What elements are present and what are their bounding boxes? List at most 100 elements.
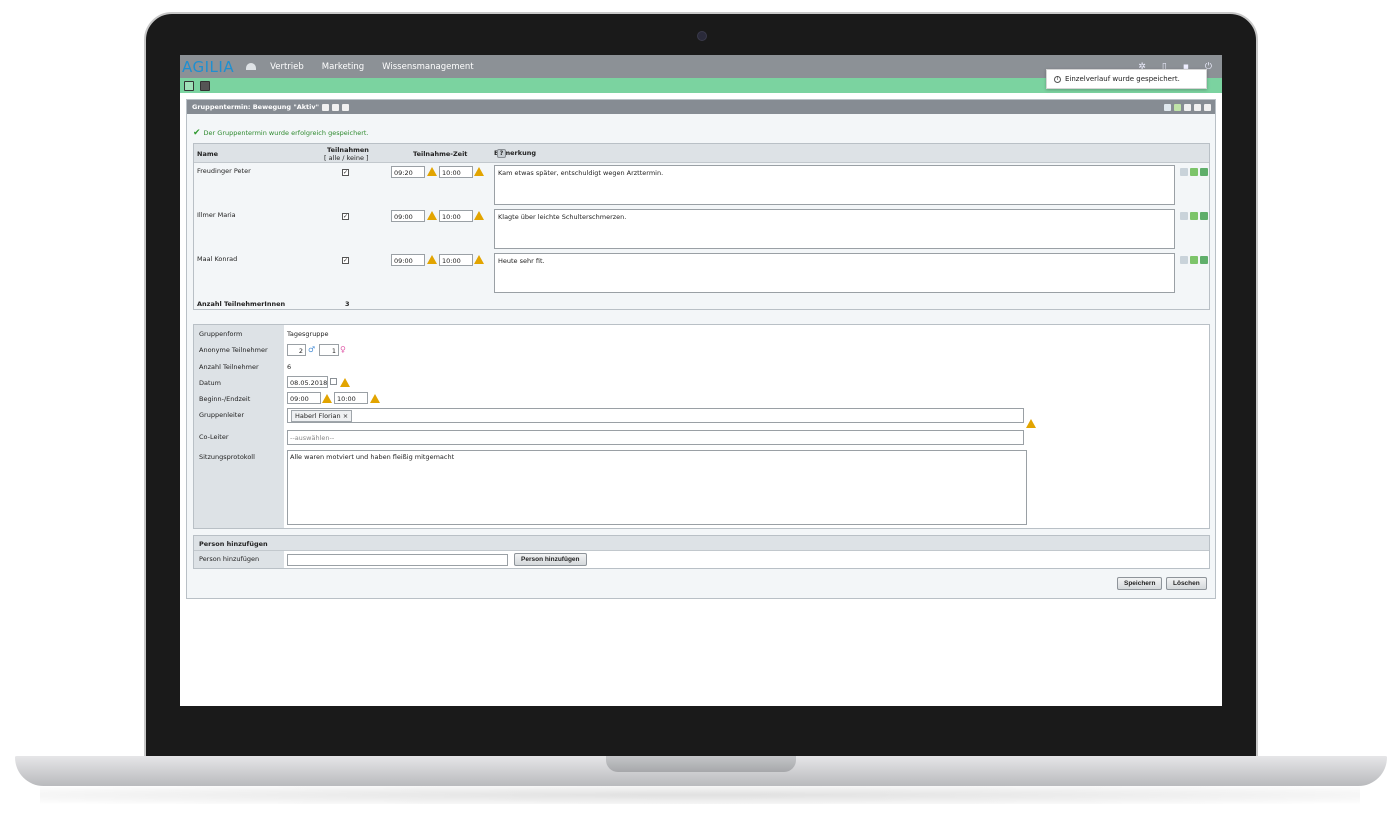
protocol-textarea[interactable]: Alle waren motviert und haben fleißig mi… [287,450,1027,525]
datum-label: Datum [199,379,221,387]
prev-icon[interactable] [322,103,330,111]
end-time-input[interactable]: 10:00 [439,254,473,266]
col-zeit: Teilnahme-Zeit [413,150,468,158]
col-teilnahmen: Teilnahmen [327,146,369,154]
leiter-label: Gruppenleiter [199,411,245,419]
female-icon: ♀ [340,345,346,354]
remark-textarea[interactable]: Kam etwas später, entschuldigt wegen Arz… [494,165,1175,205]
list-icon[interactable] [332,103,340,111]
participant-name: Maal Konrad [197,255,238,263]
row-actions [1180,212,1208,220]
book-icon[interactable] [200,80,210,91]
add-person-button[interactable]: Person hinzufügen [514,553,587,566]
document-icon[interactable] [1200,168,1208,176]
delete-button[interactable]: Löschen [1166,577,1207,590]
anonym-label: Anonyme Teilnehmer [199,346,268,354]
anonym-female-input[interactable]: 1 [319,344,339,356]
warning-icon [427,255,437,264]
warning-icon [474,211,484,220]
participants-table: Name Teilnahmen [ alle / keine ] Teilnah… [193,143,1210,310]
camera [697,31,707,41]
screen: AGILIA Vertrieb Marketing Wissensmanagem… [180,55,1222,706]
save-icon[interactable] [1190,256,1198,264]
start-time-input[interactable]: 09:20 [391,166,425,178]
select-all-none[interactable]: [ alle / keine ] [324,154,369,162]
save-icon[interactable] [1190,168,1198,176]
anzahl-value: 6 [287,363,292,371]
end-time-input[interactable]: 10:00 [439,166,473,178]
row-actions [1180,168,1208,176]
help-icon[interactable] [1194,103,1201,111]
end-time-input[interactable]: 10:00 [334,392,368,404]
participant-count-value: 3 [345,300,350,308]
participant-name: Illmer Maria [197,211,236,219]
warning-icon [1026,419,1036,428]
leader-tag-label: Haberl Florian [295,412,341,420]
next-icon[interactable] [342,103,350,111]
begin-time-input[interactable]: 09:00 [287,392,321,404]
attendance-checkbox[interactable]: ✓ [342,169,349,176]
save-button[interactable]: Speichern [1117,577,1163,590]
laptop-shadow [40,786,1360,804]
attendance-checkbox[interactable]: ✓ [342,213,349,220]
table-header: Name Teilnahmen [ alle / keine ] Teilnah… [194,144,1209,163]
export-icon[interactable] [1174,103,1181,111]
start-time-input[interactable]: 09:00 [391,254,425,266]
gruppenform-value: Tagesgruppe [287,330,329,338]
print-icon[interactable] [1180,168,1188,176]
group-appointment-panel: Gruppentermin: Bewegung "Aktiv" ✔ Der Gr… [186,99,1216,599]
home-icon[interactable] [246,63,257,70]
form-label-column [194,325,284,528]
panel-title: Gruppentermin: Bewegung "Aktiv" [192,103,320,111]
table-row: Maal Konrad ✓ 09:00 10:00 Heute sehr fit… [194,252,1209,296]
checkmark-icon: ✔ [193,128,201,138]
remark-textarea[interactable]: Klagte über leichte Schulterschmerzen. [494,209,1175,249]
print-icon[interactable] [1164,103,1171,111]
attendance-checkbox[interactable]: ✓ [342,257,349,264]
warning-icon [427,167,437,176]
table-row: Illmer Maria ✓ 09:00 10:00 Klagte über l… [194,208,1209,252]
start-time-input[interactable]: 09:00 [391,210,425,222]
minimize-icon[interactable] [1184,103,1191,111]
document-icon[interactable] [1200,256,1208,264]
nav-vertrieb[interactable]: Vertrieb [270,62,304,72]
warning-icon [474,255,484,264]
anonym-male-input[interactable]: 2 [287,344,306,356]
gruppenform-label: Gruppenform [199,330,243,338]
toast-notification: i Einzelverlauf wurde gespeichert. [1046,69,1207,89]
warning-icon [370,394,380,403]
col-name: Name [197,150,219,158]
remark-textarea[interactable]: Heute sehr fit. [494,253,1175,293]
success-text: Der Gruppentermin wurde erfolgreich gesp… [203,129,369,137]
print-icon[interactable] [1180,212,1188,220]
table-row: Freudinger Peter ✓ 09:20 10:00 Kam etwas… [194,164,1209,208]
laptop-notch [606,756,796,772]
help-button[interactable]: ? [497,149,506,158]
save-icon[interactable] [1190,212,1198,220]
nav-wissensmanagement[interactable]: Wissensmanagement [382,62,473,72]
group-leader-select[interactable]: Haberl Florian × [287,408,1024,423]
end-time-input[interactable]: 10:00 [439,210,473,222]
participant-name: Freudinger Peter [197,167,251,175]
date-input[interactable]: 08.05.2018 [287,376,328,388]
panel-header: Gruppentermin: Bewegung "Aktiv" [187,100,1215,114]
warning-icon [322,394,332,403]
print-icon[interactable] [1180,256,1188,264]
close-icon[interactable] [1204,103,1211,111]
calendar-icon[interactable] [184,80,194,91]
male-icon: ♂ [308,345,316,354]
co-leader-select[interactable]: --auswählen-- [287,430,1024,445]
anzahl-label: Anzahl Teilnehmer [199,363,259,371]
add-person-header: Person hinzufügen [194,536,1209,551]
zeit-label: Beginn-/Endzeit [199,395,251,403]
add-person-input[interactable] [287,554,508,566]
leader-tag: Haberl Florian × [291,410,353,422]
remove-tag-icon[interactable]: × [343,412,348,420]
app-logo[interactable]: AGILIA [182,58,234,76]
warning-icon [340,378,350,387]
calendar-icon[interactable] [330,378,337,385]
toast-message: Einzelverlauf wurde gespeichert. [1065,75,1180,83]
document-icon[interactable] [1200,212,1208,220]
add-person-section: Person hinzufügen Person hinzufügen Pers… [193,535,1210,569]
nav-marketing[interactable]: Marketing [322,62,364,72]
